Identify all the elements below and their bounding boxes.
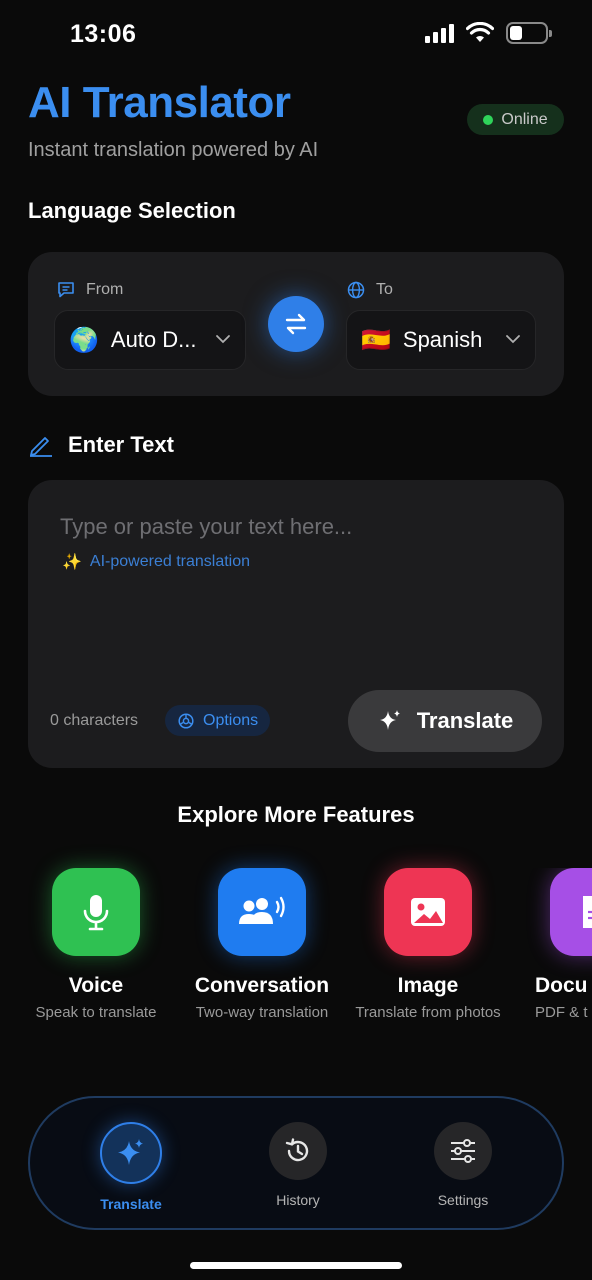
feature-image[interactable]: Image Translate from photos bbox=[343, 868, 513, 1021]
from-language-select[interactable]: 🌍 Auto D... bbox=[54, 310, 246, 370]
home-indicator[interactable] bbox=[190, 1262, 402, 1269]
to-language-value: Spanish bbox=[402, 327, 483, 352]
chat-bubble-icon bbox=[58, 282, 74, 298]
nav-history-icon-wrap[interactable] bbox=[269, 1122, 327, 1180]
status-bar: 13:06 bbox=[0, 0, 592, 70]
document-icon bbox=[583, 896, 592, 928]
sparkle-icon bbox=[118, 1139, 143, 1165]
sparkle-icon bbox=[379, 710, 400, 730]
feature-document-tile[interactable] bbox=[550, 868, 592, 956]
battery-fill bbox=[510, 26, 522, 40]
enter-text-section-title: Enter Text bbox=[28, 432, 174, 458]
nav-translate[interactable]: Translate bbox=[66, 1122, 196, 1212]
chevron-down-icon bbox=[215, 331, 231, 349]
microphone-icon bbox=[83, 895, 109, 931]
features-section-title: Explore More Features bbox=[177, 802, 415, 827]
translate-button[interactable]: Translate bbox=[348, 690, 542, 752]
online-dot-icon bbox=[483, 114, 494, 125]
gear-icon bbox=[178, 712, 194, 729]
nav-settings-icon-wrap[interactable] bbox=[434, 1122, 492, 1180]
text-input-card: ✨ AI-powered translation 0 characters Op… bbox=[28, 480, 564, 768]
people-speaking-icon bbox=[239, 896, 285, 924]
globe-icon bbox=[347, 281, 365, 299]
app-title: AI Translator bbox=[28, 78, 291, 127]
feature-voice-tile[interactable] bbox=[52, 868, 140, 956]
chevron-down-icon bbox=[505, 331, 521, 349]
feature-conversation-tile[interactable] bbox=[218, 868, 306, 956]
character-count: 0 characters bbox=[50, 712, 139, 729]
options-button[interactable]: Options bbox=[165, 705, 271, 736]
from-language-value: Auto D... bbox=[110, 327, 197, 352]
battery-icon bbox=[506, 22, 552, 44]
from-label: From bbox=[56, 280, 123, 300]
earth-globe-icon: 🌍 bbox=[69, 326, 99, 354]
history-icon bbox=[285, 1138, 309, 1162]
cellular-signal-icon bbox=[425, 23, 454, 43]
sparkles-icon: ✨ bbox=[62, 554, 82, 571]
status-time: 13:06 bbox=[70, 20, 137, 48]
nav-settings[interactable]: Settings bbox=[398, 1122, 528, 1208]
swap-arrows-icon bbox=[285, 313, 307, 335]
feature-image-tile[interactable] bbox=[384, 868, 472, 956]
language-section-title: Language Selection bbox=[28, 198, 236, 223]
ai-hint: ✨ AI-powered translation bbox=[62, 553, 251, 571]
photo-icon bbox=[411, 898, 445, 926]
bottom-navigation: Translate History Settings bbox=[28, 1096, 564, 1230]
nav-history[interactable]: History bbox=[233, 1122, 363, 1208]
sliders-icon bbox=[451, 1139, 475, 1163]
language-card: From 🌍 Auto D... To 🇪🇸 Spanish bbox=[28, 252, 564, 396]
spain-flag-icon: 🇪🇸 bbox=[361, 326, 391, 354]
status-icons bbox=[425, 22, 552, 44]
online-status-badge: Online bbox=[467, 104, 564, 135]
to-language-select[interactable]: 🇪🇸 Spanish bbox=[346, 310, 536, 370]
wifi-icon bbox=[466, 22, 494, 42]
to-label: To bbox=[346, 280, 393, 300]
source-text-input[interactable] bbox=[60, 514, 530, 540]
swap-languages-button[interactable] bbox=[268, 296, 324, 352]
nav-translate-icon-wrap[interactable] bbox=[100, 1122, 162, 1184]
feature-voice[interactable]: Voice Speak to translate bbox=[11, 868, 181, 1021]
feature-conversation[interactable]: Conversation Two-way translation bbox=[177, 868, 347, 1021]
app-subtitle: Instant translation powered by AI bbox=[28, 139, 319, 161]
feature-document[interactable]: Docu PDF & t bbox=[509, 868, 592, 1021]
online-status-label: Online bbox=[501, 110, 548, 128]
pencil-icon bbox=[30, 437, 52, 457]
